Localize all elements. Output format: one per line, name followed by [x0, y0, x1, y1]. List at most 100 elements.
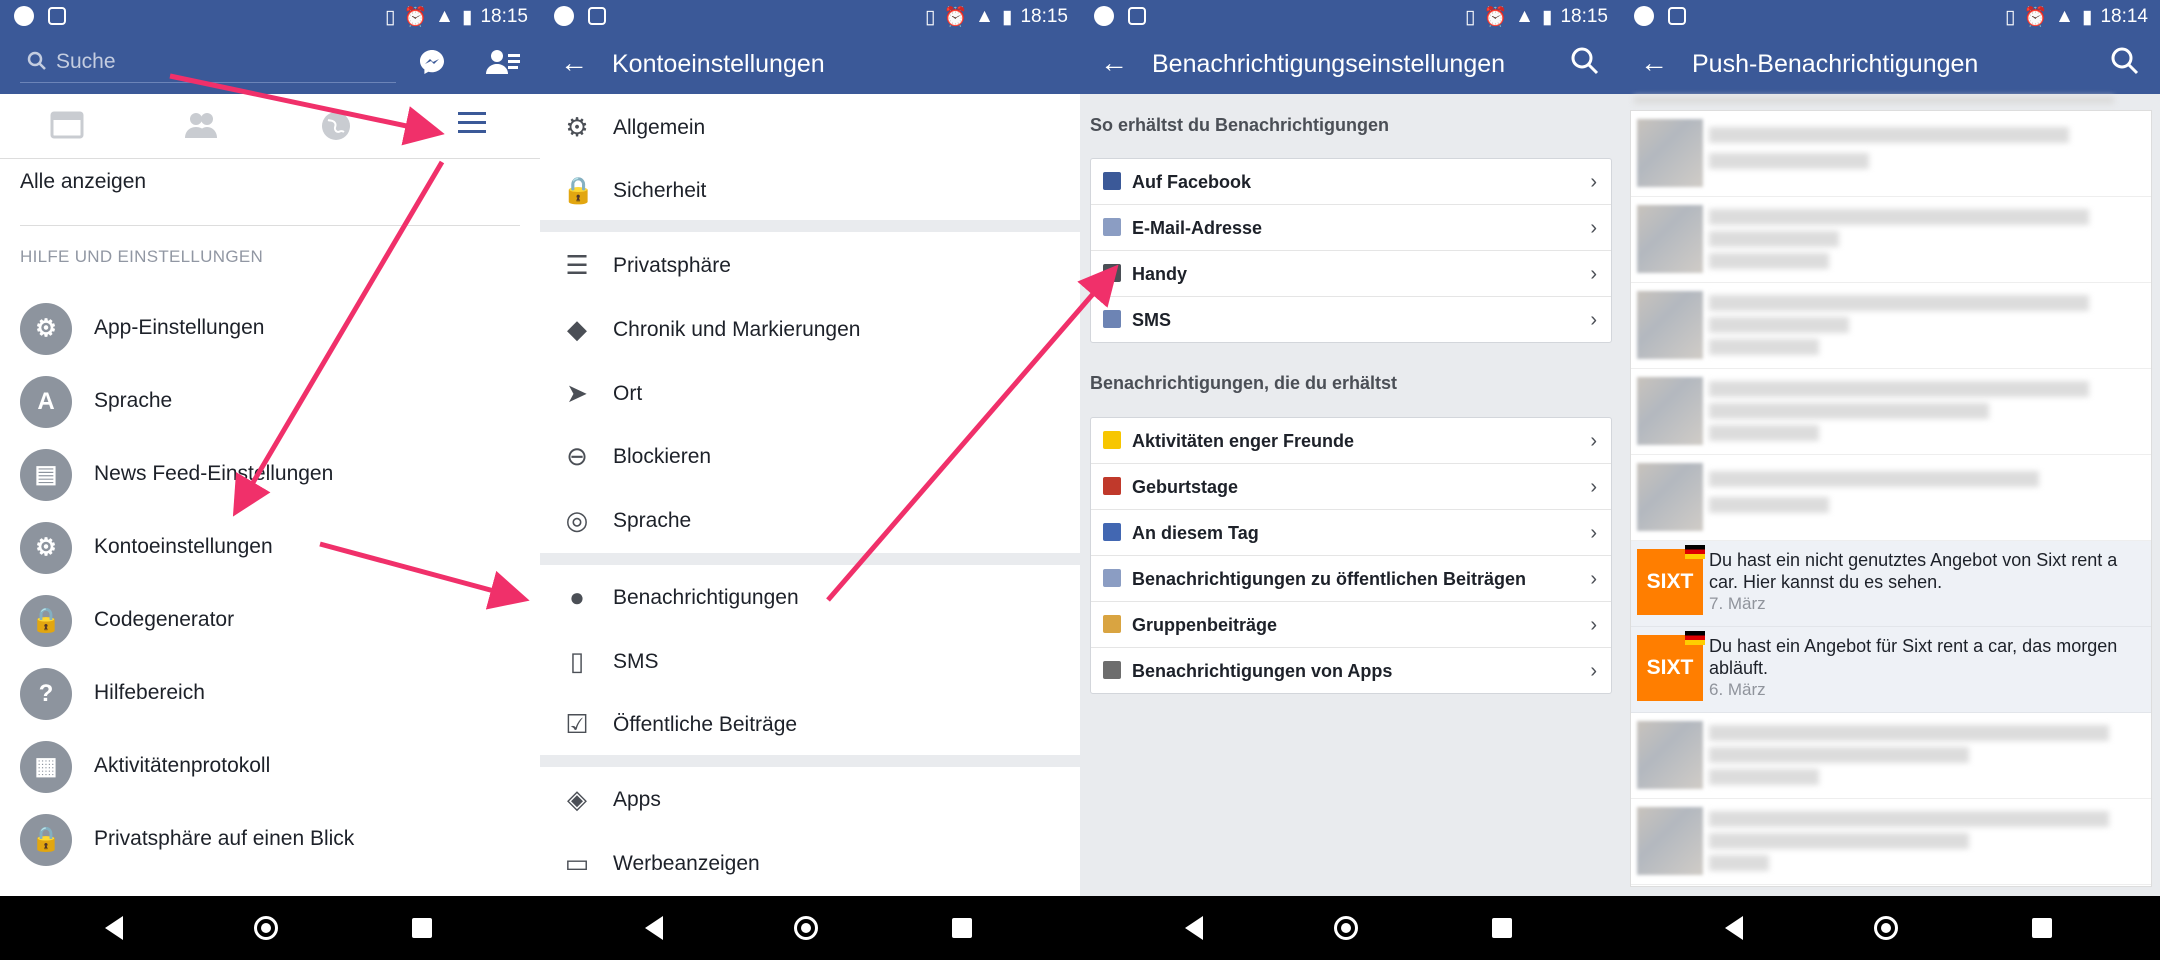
blurred-text	[1709, 253, 1829, 269]
status-time: 18:15	[1020, 6, 1068, 27]
friends-tab-icon[interactable]	[184, 110, 218, 140]
notification-item-sixt[interactable]: SIXT Du hast ein nicht genutztes Angebot…	[1631, 541, 2151, 627]
image-icon	[48, 7, 66, 25]
settings-item[interactable]: ▯ SMS	[540, 630, 1080, 692]
clock-icon	[1103, 523, 1121, 541]
avatar	[1637, 377, 1703, 445]
top-bar: ← Push-Benachrichtigungen	[1620, 32, 2160, 94]
nav-recent-icon[interactable]	[412, 918, 432, 938]
messenger-icon[interactable]	[418, 48, 446, 76]
settings-item[interactable]: ⚙ Allgemein	[540, 96, 1080, 158]
friend-requests-icon[interactable]	[486, 48, 520, 76]
privacy-icon: ☰	[565, 250, 589, 280]
settings-item[interactable]: ⊖ Blockieren	[540, 425, 1080, 487]
nav-back-icon[interactable]	[105, 916, 123, 940]
settings-item-label: Chronik und Markierungen	[613, 318, 861, 341]
setting-label: Aktivitäten enger Freunde	[1132, 431, 1355, 451]
notification-item-blurred[interactable]	[1631, 197, 2151, 283]
notification-item-blurred[interactable]	[1631, 713, 2151, 799]
menu-item-news-feed[interactable]: ▤ News Feed-Einstellungen	[20, 444, 520, 504]
nav-recent-icon[interactable]	[1492, 918, 1512, 938]
notification-setting-row[interactable]: Benachrichtigungen zu öffentlichen Beitr…	[1091, 556, 1611, 602]
search-icon[interactable]	[1570, 46, 1600, 76]
nav-back-icon[interactable]	[1725, 916, 1743, 940]
back-arrow-icon[interactable]: ←	[560, 47, 588, 79]
vibrate-icon: ▯	[2005, 6, 2016, 28]
blurred-text	[1709, 747, 1969, 763]
notification-setting-row[interactable]: E-Mail-Adresse ›	[1091, 205, 1611, 251]
settings-item[interactable]: ☰ Privatsphäre	[540, 234, 1080, 296]
facebook-icon	[1103, 172, 1121, 190]
nav-recent-icon[interactable]	[952, 918, 972, 938]
see-all-link[interactable]: Alle anzeigen	[20, 170, 146, 194]
status-bar: ▯ ⏰ ▲ ▮ 18:15	[540, 0, 1080, 32]
blurred-text	[1709, 127, 2069, 143]
notification-setting-row[interactable]: Auf Facebook ›	[1091, 159, 1611, 205]
avatar	[1637, 807, 1703, 875]
nav-back-icon[interactable]	[645, 916, 663, 940]
settings-item[interactable]: ☑ Öffentliche Beiträge	[540, 693, 1080, 755]
notification-setting-row[interactable]: An diesem Tag ›	[1091, 510, 1611, 556]
notification-item-blurred[interactable]	[1631, 283, 2151, 369]
settings-item[interactable]: ● Benachrichtigungen	[540, 566, 1080, 628]
apps-icon	[1103, 661, 1121, 679]
nav-recent-icon[interactable]	[2032, 918, 2052, 938]
globe-tab-icon[interactable]	[320, 110, 352, 142]
nav-back-icon[interactable]	[1185, 916, 1203, 940]
setting-label: Handy	[1132, 264, 1188, 284]
section-divider	[540, 755, 1080, 767]
nav-home-icon[interactable]	[254, 916, 278, 940]
menu-item-code-generator[interactable]: 🔒 Codegenerator	[20, 590, 520, 650]
news-feed-tab-icon[interactable]	[50, 110, 84, 140]
setting-label: SMS	[1132, 310, 1172, 330]
blurred-text	[1709, 231, 1839, 247]
menu-item-language[interactable]: A Sprache	[20, 371, 520, 431]
settings-item[interactable]: 🔒 Sicherheit	[540, 159, 1080, 221]
gift-icon	[1103, 477, 1121, 495]
notification-message: Du hast ein Angebot für Sixt rent a car,…	[1709, 636, 2118, 678]
section-divider	[540, 553, 1080, 565]
notification-setting-row[interactable]: SMS ›	[1091, 297, 1611, 342]
settings-item[interactable]: ◆ Chronik und Markierungen	[540, 298, 1080, 360]
notification-item-blurred[interactable]	[1631, 799, 2151, 885]
notification-setting-row[interactable]: Handy ›	[1091, 251, 1611, 297]
top-bar: ← Kontoeinstellungen	[540, 32, 1080, 94]
notification-setting-row[interactable]: Aktivitäten enger Freunde ›	[1091, 418, 1611, 464]
back-arrow-icon[interactable]: ←	[1640, 47, 1668, 79]
avatar	[1637, 721, 1703, 789]
alarm-icon: ⏰	[2023, 7, 2048, 28]
settings-item[interactable]: ▭ Werbeanzeigen	[540, 832, 1080, 894]
nav-home-icon[interactable]	[1334, 916, 1358, 940]
section-header-how: So erhältst du Benachrichtigungen	[1090, 115, 1390, 135]
nav-home-icon[interactable]	[794, 916, 818, 940]
alarm-icon: ⏰	[943, 7, 968, 28]
menu-item-activity-log[interactable]: ▦ Aktivitätenprotokoll	[20, 736, 520, 796]
notification-item-blurred[interactable]	[1631, 369, 2151, 455]
menu-item-account-settings[interactable]: ⚙ Kontoeinstellungen	[20, 517, 520, 577]
search-icon[interactable]	[2110, 46, 2140, 76]
notification-setting-row[interactable]: Benachrichtigungen von Apps ›	[1091, 648, 1611, 693]
menu-item-label: Codegenerator	[94, 608, 235, 631]
setting-label: Benachrichtigungen von Apps	[1132, 661, 1393, 681]
settings-item[interactable]: ◈ Apps	[540, 768, 1080, 830]
menu-item-gear[interactable]: ⚙ App-Einstellungen	[20, 298, 520, 358]
section-header: HILFE UND EINSTELLUNGEN	[20, 247, 264, 266]
notification-setting-row[interactable]: Gruppenbeiträge ›	[1091, 602, 1611, 648]
setting-label: Auf Facebook	[1132, 172, 1252, 192]
avatar	[1637, 119, 1703, 187]
menu-item-help[interactable]: ? Hilfebereich	[20, 663, 520, 723]
settings-item[interactable]: ➤ Ort	[540, 362, 1080, 424]
settings-item[interactable]: ◎ Sprache	[540, 489, 1080, 551]
notification-item-sixt[interactable]: SIXT Du hast ein Angebot für Sixt rent a…	[1631, 627, 2151, 713]
search-input[interactable]: Suche	[20, 44, 396, 83]
german-flag-icon	[1685, 545, 1705, 559]
nav-home-icon[interactable]	[1874, 916, 1898, 940]
hamburger-menu-icon[interactable]	[456, 108, 488, 138]
notification-item-blurred[interactable]	[1631, 111, 2151, 197]
back-arrow-icon[interactable]: ←	[1100, 47, 1128, 79]
menu-item-privacy-lock[interactable]: 🔒 Privatsphäre auf einen Blick	[20, 809, 520, 869]
notification-item-blurred[interactable]	[1631, 455, 2151, 541]
spotify-icon	[1094, 6, 1114, 26]
blurred-text	[1709, 339, 1819, 355]
notification-setting-row[interactable]: Geburtstage ›	[1091, 464, 1611, 510]
